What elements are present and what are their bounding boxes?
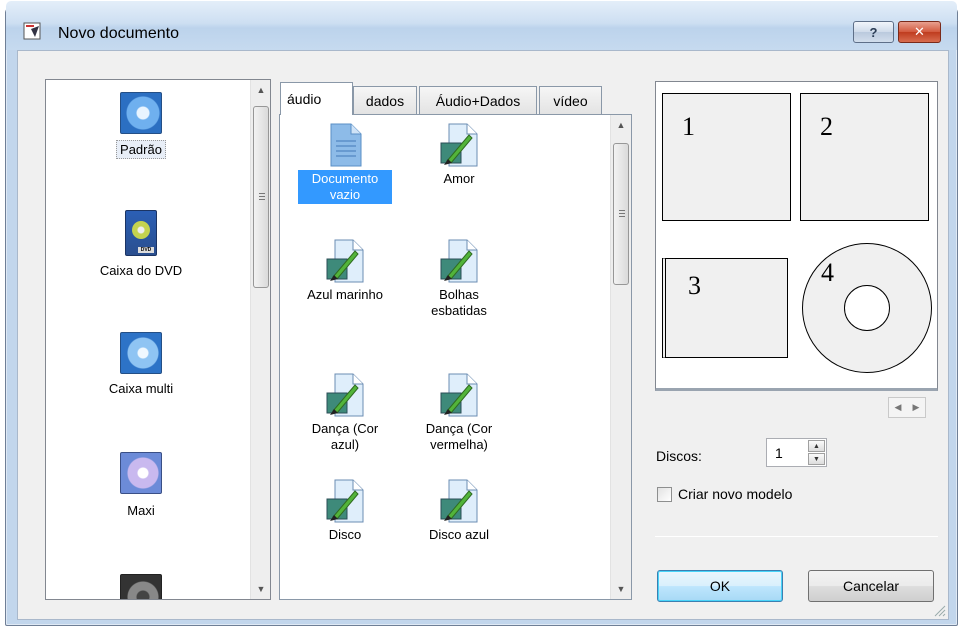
scroll-up-arrow[interactable]: ▲ — [251, 80, 270, 100]
ok-label: OK — [709, 578, 731, 594]
discos-label: Discos: — [656, 448, 702, 464]
layout-preview: 1 2 3 4 — [655, 81, 938, 391]
case-type-list[interactable]: Padrão DVD Caixa do DVD Caixa multi Maxi — [45, 79, 271, 600]
window-title: Novo documento — [58, 25, 179, 42]
preview-inlay: 3 — [662, 258, 788, 358]
template-item[interactable]: Dança (Cor azul) — [290, 373, 400, 454]
preview-label-3: 3 — [688, 271, 701, 300]
blank-document-icon — [330, 123, 362, 167]
title-bar[interactable]: Novo documento ? ✕ — [6, 1, 957, 50]
help-button[interactable]: ? — [853, 21, 894, 43]
preview-label-1: 1 — [682, 112, 695, 141]
tab-label: vídeo — [553, 92, 588, 109]
template-panel[interactable]: Documento vazio Amor Azul marinho Bolhas… — [279, 114, 632, 600]
paint-brush-template-icon — [440, 373, 478, 417]
paint-brush-template-icon — [440, 479, 478, 523]
template-label: Amor — [443, 171, 475, 186]
scroll-down-arrow[interactable]: ▼ — [251, 579, 270, 599]
scroll-left-arrow[interactable]: ◀ — [895, 402, 902, 413]
case-item-padrao[interactable]: Padrão — [46, 82, 236, 192]
template-item[interactable]: Disco azul — [404, 479, 514, 544]
preview-back-cover: 2 — [800, 93, 929, 221]
preview-front-cover: 1 — [662, 93, 791, 221]
dialog-client-area: Padrão DVD Caixa do DVD Caixa multi Maxi — [17, 50, 949, 620]
scroll-down-arrow[interactable]: ▼ — [611, 579, 631, 599]
spin-down-button[interactable]: ▼ — [808, 453, 825, 465]
template-label: Dança (Cor vermelha) — [425, 421, 493, 452]
separator — [655, 536, 938, 537]
preview-label-4: 4 — [821, 258, 834, 287]
case-item-label: Maxi — [127, 503, 155, 518]
tab-audio-dados[interactable]: Áudio+Dados — [419, 86, 537, 114]
tab-label: áudio — [287, 91, 322, 107]
tab-label: dados — [365, 92, 405, 109]
dialog-window: Novo documento ? ✕ Padrão DVD Caixa do D… — [5, 1, 958, 626]
template-label: Disco — [328, 527, 362, 542]
scroll-right-arrow[interactable]: ▶ — [913, 402, 920, 413]
case-item-label: Caixa multi — [108, 381, 174, 396]
template-scrollbar[interactable]: ▲ ▼ — [610, 115, 631, 599]
close-button[interactable]: ✕ — [898, 21, 941, 43]
template-label: Disco azul — [429, 527, 489, 542]
scroll-up-arrow[interactable]: ▲ — [611, 115, 631, 135]
template-item[interactable]: Dança (Cor vermelha) — [404, 373, 514, 454]
case-item-dvd[interactable]: DVD Caixa do DVD — [46, 202, 236, 312]
template-item[interactable]: Documento vazio — [290, 123, 400, 204]
cancel-label: Cancelar — [842, 578, 900, 594]
tab-dados[interactable]: dados — [353, 86, 417, 114]
template-item[interactable]: Disco — [290, 479, 400, 544]
case-item-multi[interactable]: Caixa multi — [46, 326, 236, 436]
template-item[interactable]: Azul marinho — [290, 239, 400, 304]
scroll-thumb[interactable] — [613, 143, 629, 285]
create-template-label[interactable]: Criar novo modelo — [678, 486, 792, 502]
template-item[interactable]: Bolhas esbatidas — [404, 239, 514, 320]
paint-brush-template-icon — [326, 373, 364, 417]
resize-grip-icon[interactable] — [932, 603, 946, 617]
close-icon: ✕ — [914, 24, 925, 39]
template-label: Azul marinho — [307, 287, 383, 302]
paint-brush-template-icon — [326, 479, 364, 523]
app-icon — [23, 22, 41, 40]
preview-hscroll[interactable]: ◀ ▶ — [888, 397, 926, 418]
paint-brush-template-icon — [440, 123, 478, 167]
paint-brush-template-icon — [326, 239, 364, 283]
tab-video[interactable]: vídeo — [539, 86, 602, 114]
help-icon: ? — [869, 24, 878, 40]
template-label: Bolhas esbatidas — [431, 287, 487, 318]
discos-value[interactable]: 1 — [775, 445, 783, 461]
tab-audio[interactable]: áudio — [280, 82, 353, 115]
template-label: Documento vazio — [298, 170, 392, 204]
scroll-thumb[interactable] — [253, 106, 269, 288]
spin-up-button[interactable]: ▲ — [808, 440, 825, 452]
tab-label: Áudio+Dados — [435, 92, 521, 109]
speaker-case-icon — [120, 574, 162, 599]
create-template-checkbox[interactable] — [657, 487, 672, 502]
dvd-case-icon: DVD — [125, 210, 157, 256]
case-item-speaker[interactable] — [46, 566, 236, 599]
multi-case-icon — [120, 332, 162, 374]
template-label: Dança (Cor azul) — [311, 421, 379, 452]
preview-disc-label: 4 — [802, 243, 932, 373]
paint-brush-template-icon — [440, 239, 478, 283]
discos-spinner[interactable]: 1 ▲ ▼ — [766, 438, 827, 467]
preview-label-2: 2 — [820, 112, 833, 141]
maxi-case-icon — [120, 452, 162, 494]
ok-button[interactable]: OK — [657, 570, 783, 602]
case-item-label: Caixa do DVD — [99, 263, 183, 278]
case-item-maxi[interactable]: Maxi — [46, 446, 236, 556]
template-item[interactable]: Amor — [404, 123, 514, 188]
case-list-scrollbar[interactable]: ▲ ▼ — [250, 80, 270, 599]
cd-case-icon — [120, 92, 162, 134]
case-item-label: Padrão — [116, 140, 166, 159]
cancel-button[interactable]: Cancelar — [808, 570, 934, 602]
